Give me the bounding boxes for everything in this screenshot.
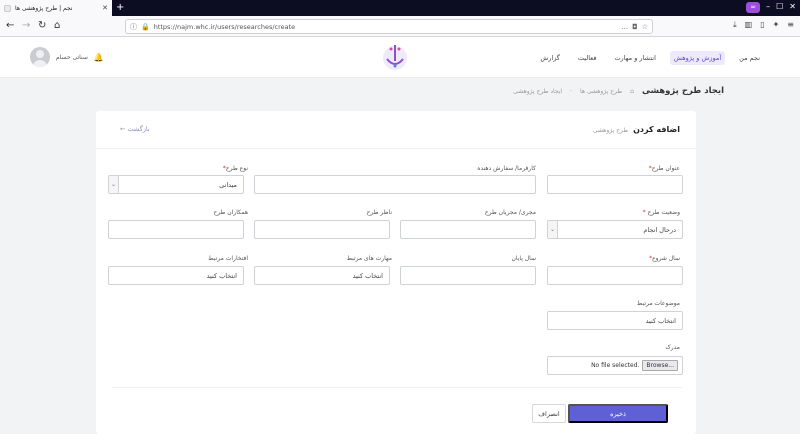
minimize-icon[interactable]: – xyxy=(766,2,770,13)
browser-tab[interactable]: نجم | طرح پژوهشی ها ✕ xyxy=(0,0,112,16)
lock-icon: 🔒 xyxy=(141,22,150,31)
file-status-text: No file selected. xyxy=(591,362,640,369)
home-icon[interactable]: ⌂ xyxy=(54,19,60,33)
type-select[interactable]: میدانی ⌄ xyxy=(108,175,244,194)
url-text: https://najm.whc.ir/users/researches/cre… xyxy=(153,22,296,31)
type-label: نوع طرح* xyxy=(222,165,248,172)
chevron-down-icon: ⌄ xyxy=(548,221,558,238)
card-header: اضافه کردن طرح پژوهشی ← بازگشت xyxy=(96,111,696,149)
user-menu[interactable]: سناتی حسام 🔔 xyxy=(30,47,104,67)
extension-icon[interactable]: ✦ xyxy=(773,20,780,30)
document-label: مدرک xyxy=(665,344,680,351)
skills-placeholder: انتخاب کنید xyxy=(352,271,383,280)
browser-nav-bar: ← → ↻ ⌂ ⓘ 🔒 https://najm.whc.ir/users/re… xyxy=(0,16,800,37)
site-favicon-icon xyxy=(4,4,11,12)
browser-tab-bar: نجم | طرح پژوهشی ها ✕ + ∞ – ☐ ✕ xyxy=(0,0,800,16)
page-title: ایجاد طرح پژوهشی xyxy=(641,86,724,96)
menu-item-education-research[interactable]: آموزش و پژوهش xyxy=(669,51,726,65)
card-title: اضافه کردن xyxy=(633,125,680,134)
downloads-icon[interactable]: ⤓ xyxy=(733,20,737,30)
skills-select[interactable]: انتخاب کنید xyxy=(254,266,390,285)
status-select-value: درحال انجام xyxy=(643,225,676,234)
back-arrow-icon[interactable]: ← xyxy=(6,19,14,33)
colleagues-input[interactable] xyxy=(108,220,244,239)
divider xyxy=(112,387,682,388)
status-label: وضعیت طرح * xyxy=(642,209,680,216)
topics-label: موضوعات مرتبط xyxy=(636,300,680,307)
honors-select[interactable]: انتخاب کنید xyxy=(108,266,244,285)
end-year-label: سال پایان xyxy=(511,255,536,262)
document-file-input[interactable]: No file selected. Browse... xyxy=(547,356,683,375)
maximize-icon[interactable]: ☐ xyxy=(776,2,783,13)
new-tab-icon[interactable]: + xyxy=(116,2,124,13)
colleagues-label: همکاران طرح xyxy=(213,209,248,216)
browse-button[interactable]: Browse... xyxy=(642,360,678,371)
bookmark-star-icon[interactable]: ☆ xyxy=(642,23,648,31)
menu-item-my-najm[interactable]: نجم من xyxy=(735,51,764,65)
type-select-value: میدانی xyxy=(219,180,237,189)
executor-input[interactable] xyxy=(400,220,536,239)
executor-label: مجری/ مجریان طرح xyxy=(484,209,536,216)
breadcrumb: ایجاد طرح پژوهشی ⌂ طرح پژوهشی ها · ایجاد… xyxy=(513,86,724,96)
breadcrumb-item-researches[interactable]: طرح پژوهشی ها xyxy=(580,88,622,95)
supervisor-label: ناظر طرح xyxy=(366,209,392,216)
start-year-label: سال شروع* xyxy=(649,255,680,262)
card-subtitle: طرح پژوهشی xyxy=(592,127,629,134)
breadcrumb-item-create: ایجاد طرح پژوهشی xyxy=(513,87,563,95)
main-menu: نجم من آموزش و پژوهش انتشار و مهارت فعال… xyxy=(536,51,764,65)
forward-arrow-icon[interactable]: → xyxy=(22,19,30,33)
private-browsing-icon: ∞ xyxy=(746,2,761,13)
tab-title: نجم | طرح پژوهشی ها xyxy=(15,4,73,12)
supervisor-input[interactable] xyxy=(254,220,390,239)
save-button[interactable]: ذخیره xyxy=(568,404,668,423)
honors-label: افتخارات مرتبط xyxy=(208,255,248,262)
menu-item-activity[interactable]: فعالیت xyxy=(574,51,601,65)
more-icon[interactable]: … xyxy=(621,23,628,31)
chevron-down-icon: ⌄ xyxy=(109,176,119,193)
close-tab-icon[interactable]: ✕ xyxy=(102,4,108,12)
najm-logo-icon[interactable] xyxy=(377,39,413,75)
status-select[interactable]: درحال انجام ⌄ xyxy=(547,220,683,239)
site-header: نجم من آموزش و پژوهش انتشار و مهارت فعال… xyxy=(0,37,800,78)
library-icon[interactable]: ▥ xyxy=(745,20,753,30)
start-year-input[interactable] xyxy=(547,266,683,285)
back-link[interactable]: ← بازگشت xyxy=(120,125,150,133)
honors-placeholder: انتخاب کنید xyxy=(206,271,237,280)
info-icon[interactable]: ⓘ xyxy=(130,22,137,32)
topics-select[interactable]: انتخاب کنید xyxy=(547,311,683,330)
title-input[interactable] xyxy=(547,175,683,194)
breadcrumb-separator: · xyxy=(570,87,572,95)
user-name: سناتی حسام xyxy=(56,53,88,61)
app-menu-icon[interactable]: ≡ xyxy=(787,20,794,30)
avatar[interactable] xyxy=(30,47,50,67)
employer-label: کارفرما/ سفارش دهنده xyxy=(477,165,536,172)
skills-label: مهارت های مرتبط xyxy=(346,255,392,262)
pocket-icon[interactable]: ◘ xyxy=(632,23,638,31)
menu-item-report[interactable]: گزارش xyxy=(536,51,564,65)
close-window-icon[interactable]: ✕ xyxy=(789,2,796,13)
url-bar[interactable]: ⓘ 🔒 https://najm.whc.ir/users/researches… xyxy=(125,19,653,34)
title-label: عنوان طرح* xyxy=(648,165,680,172)
back-label: بازگشت xyxy=(127,125,150,133)
notification-bell-icon[interactable]: 🔔 xyxy=(94,53,104,62)
topics-placeholder: انتخاب کنید xyxy=(645,316,676,325)
sidebar-icon[interactable]: ▯ xyxy=(760,20,764,30)
end-year-input[interactable] xyxy=(400,266,536,285)
cancel-button[interactable]: انصراف xyxy=(532,404,566,423)
menu-item-publication-skills[interactable]: انتشار و مهارت xyxy=(610,51,659,65)
employer-input[interactable] xyxy=(254,175,536,194)
home-crumb-icon[interactable]: ⌂ xyxy=(630,88,634,95)
form-card: اضافه کردن طرح پژوهشی ← بازگشت عنوان طرح… xyxy=(96,111,696,434)
reload-icon[interactable]: ↻ xyxy=(38,19,46,33)
